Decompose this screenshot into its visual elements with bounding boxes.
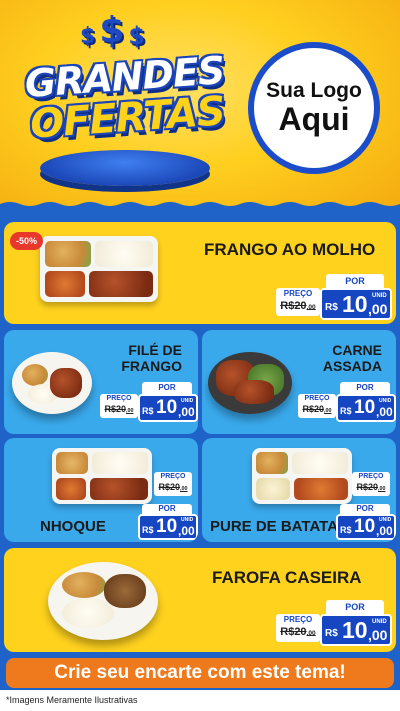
prato-farofa-image — [48, 562, 158, 640]
por-label: POR — [326, 274, 384, 288]
old-price-value: 20 — [116, 404, 127, 414]
currency-symbol: R$ — [340, 525, 352, 535]
price-integer: 10 — [156, 516, 178, 537]
product-card-nhoque[interactable]: NHOQUE PREÇO R$20,00 POR R$ 10 UNID ,00 — [4, 438, 198, 542]
currency-symbol: R$ — [142, 406, 154, 416]
dollar-sign-icon: $ — [99, 10, 125, 51]
old-price: PREÇO R$20,00 — [276, 614, 320, 642]
price-integer: 10 — [354, 397, 376, 418]
discount-badge: -50% — [10, 232, 44, 250]
price-tag: POR PREÇO R$20,00 R$ 10 UNID ,00 — [100, 382, 198, 422]
price-tag: POR PREÇO R$20,00 R$ 10 UNID ,00 — [276, 274, 392, 320]
promo-title: GRANDES OFERTAS — [13, 48, 238, 148]
product-card-farofa-caseira[interactable]: FAROFA CASEIRA POR PREÇO R$20,00 R$ 10 U… — [4, 548, 396, 652]
new-price: R$ 10 UNID ,00 — [320, 614, 392, 646]
dollar-sign-icon: $ — [128, 22, 146, 50]
prato-file-frango-image — [12, 352, 92, 414]
preco-label: PREÇO — [358, 473, 384, 480]
currency-symbol: R$ — [325, 628, 338, 639]
logo-text-line2: Aqui — [278, 100, 350, 137]
por-label: POR — [340, 504, 390, 514]
header-banner: $ $ $ GRANDES OFERTAS Sua Logo Aqui — [0, 0, 400, 215]
disclaimer-note: *Imagens Meramente Ilustrativas — [6, 695, 138, 705]
product-name: FILÉ DE FRANGO — [121, 342, 182, 375]
dollar-sign-icon: $ — [80, 24, 96, 49]
price-integer: 10 — [342, 291, 368, 317]
preco-label: PREÇO — [160, 473, 186, 480]
por-label: POR — [340, 382, 390, 394]
logo-text-line1: Sua Logo — [266, 78, 362, 102]
new-price: R$ 10 UNID ,00 — [336, 514, 396, 540]
footer: *Imagens Meramente Ilustrativas — [0, 690, 400, 711]
preco-label: PREÇO — [106, 395, 132, 402]
title-pedestal — [40, 150, 210, 186]
unit-label: UNID — [372, 619, 387, 625]
currency-symbol: R$ — [325, 302, 338, 313]
product-card-carne-assada[interactable]: CARNE ASSADA POR PREÇO R$20,00 R$ 10 UNI… — [202, 330, 396, 434]
currency-symbol: R$ — [340, 406, 352, 416]
product-name: FRANGO AO MOLHO — [204, 240, 376, 259]
unit-label: UNID — [379, 398, 392, 404]
price-tag: POR PREÇO R$20,00 R$ 10 UNID ,00 — [298, 382, 396, 422]
old-price-value: 20 — [294, 300, 307, 312]
price-integer: 10 — [354, 516, 376, 537]
product-name: CARNE ASSADA — [322, 342, 382, 375]
product-name: NHOQUE — [40, 518, 106, 535]
old-price-value: 20 — [368, 482, 379, 492]
old-price-value: 20 — [170, 482, 181, 492]
logo-placeholder: Sua Logo Aqui — [248, 42, 380, 174]
currency-symbol: R$ — [142, 525, 154, 535]
preco-label: PREÇO — [304, 395, 330, 402]
old-price: PREÇO R$20,00 — [276, 288, 320, 316]
unit-label: UNID — [181, 398, 194, 404]
unit-label: UNID — [181, 517, 194, 523]
preco-label: PREÇO — [283, 615, 313, 624]
price-tag: PREÇO R$20,00 POR R$ 10 UNID ,00 — [298, 472, 396, 540]
old-price: PREÇO R$20,00 — [154, 472, 192, 496]
por-label: POR — [142, 382, 192, 394]
unit-label: UNID — [379, 517, 392, 523]
price-decimal: ,00 — [376, 524, 393, 538]
marmita-frango-molho-image — [40, 236, 158, 302]
price-tag: PREÇO R$20,00 POR R$ 10 UNID ,00 — [100, 472, 198, 540]
price-tag: POR PREÇO R$20,00 R$ 10 UNID ,00 — [276, 600, 392, 646]
por-label: POR — [142, 504, 192, 514]
product-card-frango-ao-molho[interactable]: -50% FRANGO AO MOLHO POR PREÇO R$20,00 R… — [4, 222, 396, 324]
header-wave-divider — [0, 202, 400, 220]
new-price: R$ 10 UNID ,00 — [138, 514, 198, 540]
product-card-pure-de-batata[interactable]: PURE DE BATATA PREÇO R$20,00 POR R$ 10 U… — [202, 438, 396, 542]
new-price: R$ 10 UNID ,00 — [138, 394, 198, 422]
dollar-signs: $ $ $ — [80, 10, 145, 51]
old-price: PREÇO R$20,00 — [100, 394, 138, 418]
product-card-file-de-frango[interactable]: FILÉ DE FRANGO POR PREÇO R$20,00 R$ 10 U… — [4, 330, 198, 434]
price-decimal: ,00 — [376, 405, 393, 419]
old-price: PREÇO R$20,00 — [352, 472, 390, 496]
price-decimal: ,00 — [368, 627, 388, 643]
old-price-value: 20 — [314, 404, 325, 414]
price-integer: 10 — [342, 617, 368, 643]
old-price: PREÇO R$20,00 — [298, 394, 336, 418]
price-integer: 10 — [156, 397, 178, 418]
price-decimal: ,00 — [178, 405, 195, 419]
old-price-value: 20 — [294, 626, 307, 638]
price-decimal: ,00 — [368, 301, 388, 317]
new-price: R$ 10 UNID ,00 — [320, 288, 392, 320]
product-name: FAROFA CASEIRA — [212, 568, 362, 587]
prato-carne-assada-image — [208, 352, 292, 414]
price-decimal: ,00 — [178, 524, 195, 538]
por-label: POR — [326, 600, 384, 614]
unit-label: UNID — [372, 293, 387, 299]
preco-label: PREÇO — [283, 289, 313, 298]
new-price: R$ 10 UNID ,00 — [336, 394, 396, 422]
cta-banner[interactable]: Crie seu encarte com este tema! — [6, 658, 394, 688]
